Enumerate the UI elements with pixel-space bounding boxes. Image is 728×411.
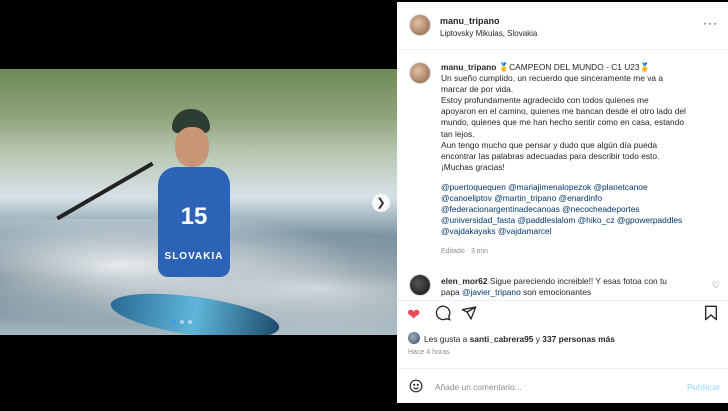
caption-tags: @puertoquequen @mariajimenalopezok @plan… bbox=[441, 182, 716, 237]
comment-composer: Añade un comentario... Publicar bbox=[397, 368, 728, 403]
bib-number: 15 bbox=[180, 203, 208, 230]
likes-summary: Les gusta a santi_cabrera95 y 337 person… bbox=[397, 328, 728, 346]
post-location[interactable]: Liptovsky Mikulas, Slovakia bbox=[440, 29, 537, 38]
carousel-dot bbox=[188, 320, 192, 324]
tag-line[interactable]: @federacionargentinadecanoas @necocheade… bbox=[441, 204, 716, 215]
caption-line: Un sueño cumplido, un recuerdo que since… bbox=[441, 73, 664, 84]
caption-line: marcar de por vida. bbox=[441, 84, 514, 95]
athlete: 15 SLOVAKIA bbox=[150, 109, 250, 299]
post-side-panel: manu_tripano Liptovsky Mikulas, Slovakia… bbox=[397, 2, 728, 403]
caption-line: Estoy profundamente agradecido con todos… bbox=[441, 95, 649, 106]
avatar[interactable] bbox=[409, 274, 431, 296]
caption-title-line: manu_tripano 🥇CAMPEON DEL MUNDO - C1 U23… bbox=[441, 62, 716, 73]
bib-text: SLOVAKIA bbox=[164, 251, 224, 262]
tag-line[interactable]: @vajdakayaks @vajdamarcel bbox=[441, 226, 716, 237]
tag-line[interactable]: @puertoquequen @mariajimenalopezok @plan… bbox=[441, 182, 716, 193]
caption-line: ¡Muchas gracias! bbox=[441, 161, 505, 172]
comment-username[interactable]: elen_mor62 bbox=[441, 276, 488, 286]
post-username[interactable]: manu_tripano bbox=[440, 16, 500, 26]
comment-body-3: son emocionantes bbox=[520, 287, 592, 298]
comment-body-2: papa bbox=[441, 287, 462, 298]
comment-icon[interactable] bbox=[435, 305, 451, 326]
caption-line: Aun tengo mucho que pensar y dudo que al… bbox=[441, 139, 658, 150]
comment-row: elen_mor62 Sigue pareciendo increible!! … bbox=[397, 270, 728, 300]
emoji-icon[interactable] bbox=[409, 379, 423, 396]
tag-line[interactable]: @canoeliptov @martin_tripano @enardinfo bbox=[441, 193, 716, 204]
bookmark-icon[interactable] bbox=[704, 305, 718, 326]
race-bib: 15 SLOVAKIA bbox=[158, 167, 230, 277]
comment-body: Sigue pareciendo increible!! Y esas foto… bbox=[487, 276, 667, 286]
caption-text: manu_tripano 🥇CAMPEON DEL MUNDO - C1 U23… bbox=[441, 62, 716, 173]
instagram-post-modal: 15 SLOVAKIA ❯ manu_tripano Liptovsky Mik… bbox=[0, 0, 728, 411]
tag-line[interactable]: @universidad_fasta @paddleslalom @hiko_c… bbox=[441, 215, 716, 226]
comment-input[interactable]: Añade un comentario... bbox=[435, 382, 522, 392]
athlete-face bbox=[175, 127, 209, 167]
avatar[interactable] bbox=[409, 14, 431, 36]
avatar[interactable] bbox=[409, 62, 431, 84]
caption-username[interactable]: manu_tripano bbox=[441, 62, 496, 72]
caption-line: apoyaron en el camino, quienes me bancan… bbox=[441, 106, 686, 117]
heart-icon[interactable]: ❤ bbox=[407, 305, 420, 325]
post-header: manu_tripano Liptovsky Mikulas, Slovakia… bbox=[397, 2, 728, 50]
likes-prefix: Les gusta a bbox=[424, 334, 470, 344]
edited-timestamp: Editado · 3 min bbox=[441, 248, 489, 255]
caption-block: manu_tripano 🥇CAMPEON DEL MUNDO - C1 U23… bbox=[397, 50, 728, 262]
comment-mention[interactable]: @javier_tripano bbox=[462, 287, 521, 297]
post-time: Hace 4 horas bbox=[408, 349, 450, 356]
carousel-dot bbox=[180, 320, 184, 324]
likes-text[interactable]: Les gusta a santi_cabrera95 y 337 person… bbox=[424, 334, 615, 344]
publish-button[interactable]: Publicar bbox=[687, 382, 720, 392]
bottom-strip bbox=[0, 403, 728, 411]
share-icon[interactable] bbox=[461, 305, 477, 326]
post-photo[interactable]: 15 SLOVAKIA bbox=[0, 69, 397, 335]
caption-line: tan lejos. bbox=[441, 128, 475, 139]
carousel-dots bbox=[172, 320, 192, 324]
caption-title: 🥇CAMPEON DEL MUNDO - C1 U23🥇 bbox=[498, 62, 651, 72]
chevron-right-icon[interactable]: ❯ bbox=[372, 194, 390, 212]
comment-heart-icon[interactable]: ♡ bbox=[712, 280, 720, 291]
likes-user[interactable]: santi_cabrera95 bbox=[470, 334, 534, 344]
likes-middle: y bbox=[533, 334, 543, 344]
caption-line: mundo, quienes que me han hecho sentir c… bbox=[441, 117, 685, 128]
more-options-icon[interactable]: ··· bbox=[703, 16, 718, 30]
caption-line: encontrar las palabras adecuadas para de… bbox=[441, 150, 660, 161]
comment-text: elen_mor62 Sigue pareciendo increible!! … bbox=[441, 276, 701, 298]
action-bar: ❤ bbox=[397, 300, 728, 326]
likes-count[interactable]: 337 personas más bbox=[542, 334, 615, 344]
carousel-dot bbox=[172, 320, 176, 324]
liker-avatar[interactable] bbox=[408, 332, 420, 344]
media-area: 15 SLOVAKIA ❯ bbox=[0, 0, 397, 411]
